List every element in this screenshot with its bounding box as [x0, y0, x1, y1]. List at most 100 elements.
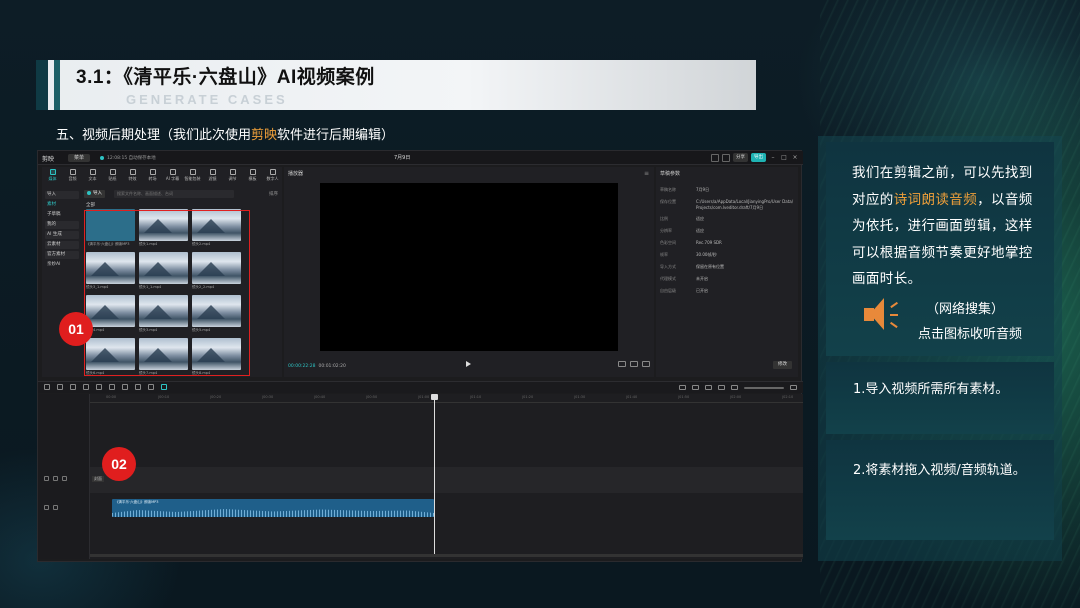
- undo-icon[interactable]: [57, 384, 63, 390]
- property-value: 30.00帧/秒: [696, 252, 717, 257]
- video-track[interactable]: 封面: [90, 467, 803, 493]
- split-left-icon[interactable]: [96, 384, 102, 390]
- share-button[interactable]: 分享: [733, 153, 748, 162]
- volume-icon[interactable]: [53, 505, 58, 510]
- close-icon[interactable]: ×: [791, 154, 799, 161]
- ruler-tick: |00:30: [262, 395, 274, 399]
- tab-effects[interactable]: 特效: [124, 167, 141, 187]
- media-all-label: 全部: [86, 203, 95, 208]
- property-row: 草稿名称 7月9日: [660, 187, 794, 193]
- media-sidebar: 导入 素材 子草稿 我的 AI 生成 云素材 官方素材 亲妙AI: [42, 189, 82, 377]
- volume-icon[interactable]: [62, 476, 67, 481]
- player-title: 播放器: [288, 171, 304, 177]
- ruler-tick: |00:10: [158, 395, 170, 399]
- sort-button[interactable]: 排序: [269, 191, 278, 197]
- menu-icon[interactable]: ≡: [644, 170, 649, 177]
- play-icon[interactable]: [466, 361, 471, 367]
- property-value: 未开启: [696, 276, 708, 281]
- select-icon[interactable]: [44, 384, 50, 390]
- eye-icon[interactable]: [53, 476, 58, 481]
- sidebar-item-ai-gen[interactable]: AI 生成: [45, 231, 79, 239]
- ai-icon[interactable]: [161, 384, 167, 390]
- sidebar-item-import[interactable]: 导入: [45, 191, 79, 199]
- property-key: 色彩空间: [660, 240, 676, 245]
- click-listen-label: 点击图标收听音频: [918, 327, 1023, 342]
- lock-icon[interactable]: [44, 505, 49, 510]
- tab-filter[interactable]: 滤镜: [204, 167, 221, 187]
- mic-icon[interactable]: [679, 385, 686, 390]
- tab-label: 贴纸: [108, 176, 117, 181]
- media-highlight-box: [84, 210, 250, 376]
- shield-icon[interactable]: [148, 384, 154, 390]
- menu-button[interactable]: 菜单: [68, 154, 90, 162]
- video-track-controls: [44, 476, 67, 481]
- fullscreen-icon[interactable]: [642, 361, 650, 367]
- preview-axis-icon[interactable]: [718, 385, 725, 390]
- ruler-tick: |02:00: [730, 395, 742, 399]
- timeline-ruler[interactable]: 00:00 |00:10 |00:20 |00:30 |00:40 |00:50…: [90, 394, 803, 403]
- tab-ai-subtitle[interactable]: AI 字幕: [164, 167, 181, 187]
- sound-wave: [890, 321, 898, 328]
- sidebar-item-subdraft[interactable]: 子草稿: [45, 211, 79, 219]
- tab-digital-human[interactable]: 数字人: [264, 167, 281, 187]
- app-logo: 剪映: [42, 156, 55, 163]
- cover-label[interactable]: 封面: [92, 476, 104, 482]
- timeline-scrollbar[interactable]: [90, 554, 803, 557]
- ruler-tick: |00:40: [314, 395, 326, 399]
- tab-transition[interactable]: 转场: [144, 167, 161, 187]
- intro-highlight: 诗词朗读音频: [893, 191, 978, 208]
- properties-list: 草稿名称 7月9日 保存位置 C:/Users/a/AppData/Local/Ji…: [660, 187, 794, 300]
- ratio-icon[interactable]: [618, 361, 626, 367]
- snap-icon[interactable]: [705, 385, 712, 390]
- sidebar-item-ai[interactable]: 亲妙AI: [45, 261, 79, 269]
- shortcut-icon[interactable]: [722, 153, 730, 162]
- tab-adjust[interactable]: 调节: [224, 167, 241, 187]
- player-screen[interactable]: [320, 183, 618, 351]
- property-value: 保留在原有位置: [696, 264, 724, 269]
- import-button[interactable]: 导入: [84, 190, 105, 198]
- tab-label: 音频: [68, 176, 77, 181]
- zoom-in-icon[interactable]: [790, 385, 797, 390]
- sidebar-item-mine[interactable]: 我的: [45, 221, 79, 229]
- media-tabs: 媒体 音频 文本 贴纸 特效 转场 AI 字幕 智能包装 滤镜 调节 模板 数字…: [42, 167, 282, 187]
- lock-icon[interactable]: [44, 476, 49, 481]
- tab-text[interactable]: 文本: [84, 167, 101, 187]
- zoom-out-icon[interactable]: [731, 385, 738, 390]
- ruler-tick: |01:10: [470, 395, 482, 399]
- property-key: 代理模式: [660, 276, 676, 281]
- sidebar-item-official[interactable]: 官方素材: [45, 251, 79, 259]
- step1-card: [826, 362, 1054, 434]
- freeze-icon[interactable]: [135, 384, 141, 390]
- redo-icon[interactable]: [70, 384, 76, 390]
- property-key: 导入方式: [660, 264, 676, 269]
- properties-title: 草稿参数: [660, 171, 681, 177]
- minimize-icon[interactable]: –: [769, 154, 777, 161]
- sticker-icon: [109, 169, 116, 175]
- modify-button[interactable]: 修改: [773, 361, 792, 369]
- tab-smart-pack[interactable]: 智能包装: [184, 167, 201, 187]
- slide-title-sub: GENERATE CASES: [126, 92, 288, 107]
- tab-audio[interactable]: 音频: [64, 167, 81, 187]
- media-search-input[interactable]: 搜索文件名称、画面描述、台词: [114, 190, 234, 198]
- split-right-icon[interactable]: [109, 384, 115, 390]
- sidebar-item-cloud[interactable]: 云素材: [45, 241, 79, 249]
- crop-icon[interactable]: [630, 361, 638, 367]
- export-button[interactable]: 导出: [751, 153, 766, 162]
- speaker-icon[interactable]: [862, 296, 902, 334]
- tab-media[interactable]: 媒体: [44, 167, 61, 187]
- delete-icon[interactable]: [122, 384, 128, 390]
- tab-template[interactable]: 模板: [244, 167, 261, 187]
- maximize-icon[interactable]: □: [780, 154, 788, 161]
- link-icon[interactable]: [692, 385, 699, 390]
- playhead[interactable]: [431, 394, 438, 554]
- property-key: 比例: [660, 216, 668, 221]
- step2-card: [826, 440, 1054, 540]
- tab-sticker[interactable]: 贴纸: [104, 167, 121, 187]
- layout-icon[interactable]: [711, 153, 719, 162]
- sidebar-item-material[interactable]: 素材: [45, 201, 79, 209]
- zoom-slider[interactable]: [744, 386, 784, 389]
- split-icon[interactable]: [83, 384, 89, 390]
- property-row: 代理模式 未开启: [660, 276, 794, 282]
- audio-clip[interactable]: 《清平乐·六盘山》朗读MP3: [112, 499, 434, 517]
- property-row: 导入方式 保留在原有位置: [660, 264, 794, 270]
